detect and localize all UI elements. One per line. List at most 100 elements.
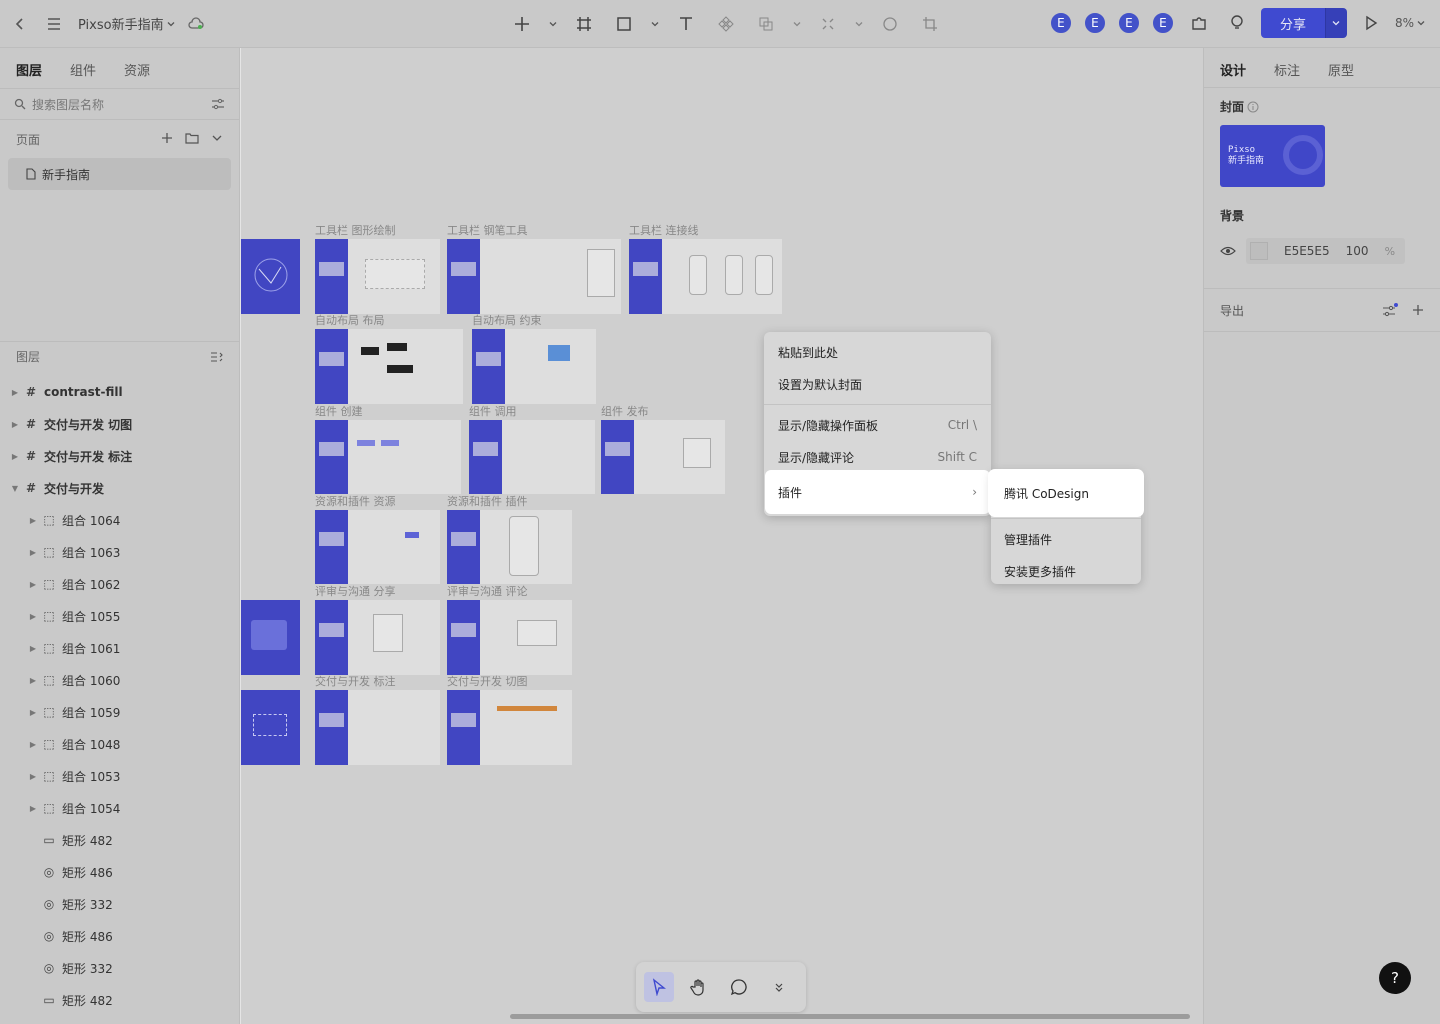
page-item[interactable]: 新手指南 (8, 158, 231, 190)
chevron-double-down-icon[interactable] (764, 972, 794, 1002)
frame[interactable] (601, 420, 725, 494)
info-icon[interactable] (1247, 101, 1259, 113)
layer-row[interactable]: ◎ 矩形 332 (0, 952, 240, 984)
collaborator-avatar[interactable]: E (1082, 11, 1107, 35)
export-settings-icon[interactable] (1382, 303, 1398, 317)
background-color-field[interactable]: E5E5E5 100 % (1246, 238, 1406, 264)
tab-assets[interactable]: 资源 (124, 60, 150, 79)
layer-row[interactable]: ▼ # 交付与开发 (0, 472, 240, 504)
play-icon[interactable] (1357, 9, 1385, 37)
submenu-item-manage-plugins[interactable]: 管理插件 (991, 523, 1141, 555)
caret-right-icon[interactable]: ▶ (26, 804, 40, 813)
frame[interactable] (629, 239, 782, 314)
frame[interactable] (315, 600, 440, 675)
tab-components[interactable]: 组件 (70, 60, 96, 79)
filter-icon[interactable] (211, 98, 225, 110)
boolean-icon[interactable] (752, 10, 780, 38)
search-input[interactable]: 搜索图层名称 (32, 96, 205, 113)
layer-row[interactable]: ▶ ⬚ 组合 1061 (0, 632, 240, 664)
layer-row[interactable]: ▶ ⬚ 组合 1055 (0, 600, 240, 632)
frame-thumbnail[interactable] (241, 690, 300, 765)
layer-row[interactable]: ▶ # 交付与开发 切图 (0, 408, 240, 440)
folder-icon[interactable] (185, 132, 199, 147)
caret-right-icon[interactable]: ▶ (26, 580, 40, 589)
eye-icon[interactable] (1220, 245, 1236, 257)
collaborator-avatar[interactable]: E (1048, 11, 1073, 35)
caret-right-icon[interactable]: ▶ (26, 612, 40, 621)
tab-design[interactable]: 设计 (1220, 60, 1246, 79)
menu-item-toggle-panel[interactable]: 显示/隐藏操作面板 Ctrl \ (764, 409, 991, 441)
tab-prototype[interactable]: 原型 (1328, 60, 1354, 79)
text-tool-icon[interactable] (672, 10, 700, 38)
frame-icon[interactable] (570, 10, 598, 38)
caret-right-icon[interactable]: ▶ (8, 388, 22, 397)
add-page-icon[interactable] (161, 132, 173, 147)
caret-right-icon[interactable]: ▶ (8, 420, 22, 429)
caret-right-icon[interactable]: ▶ (26, 516, 40, 525)
menu-item-toggle-comments[interactable]: 显示/隐藏评论 Shift C (764, 441, 991, 473)
layer-row[interactable]: ▭ 矩形 482 (0, 984, 240, 1016)
back-icon[interactable] (6, 10, 34, 38)
caret-down-icon[interactable]: ▼ (8, 484, 22, 493)
menu-icon[interactable] (40, 10, 68, 38)
layer-search[interactable]: 搜索图层名称 (0, 88, 239, 120)
frame[interactable] (315, 690, 440, 765)
menu-item-set-cover[interactable]: 设置为默认封面 (764, 368, 991, 400)
tab-annotate[interactable]: 标注 (1274, 60, 1300, 79)
frame[interactable] (447, 239, 621, 314)
layer-row[interactable]: ▶ ⬚ 组合 1062 (0, 568, 240, 600)
layer-row[interactable]: ▶ # 交付与开发 标注 (0, 440, 240, 472)
caret-right-icon[interactable]: ▶ (26, 740, 40, 749)
frame[interactable] (469, 420, 595, 494)
crop-icon[interactable] (916, 10, 944, 38)
bg-hex[interactable]: E5E5E5 (1284, 244, 1330, 258)
chevron-down-icon[interactable] (548, 10, 558, 38)
chevron-down-icon[interactable] (792, 10, 802, 38)
caret-right-icon[interactable]: ▶ (26, 708, 40, 717)
tab-layers[interactable]: 图层 (16, 60, 42, 79)
caret-right-icon[interactable]: ▶ (26, 772, 40, 781)
color-swatch[interactable] (1250, 242, 1268, 260)
add-icon[interactable] (508, 10, 536, 38)
zoom-control[interactable]: 8% (1395, 16, 1426, 30)
frame[interactable] (315, 420, 461, 494)
comment-tool-icon[interactable] (724, 972, 754, 1002)
layer-row[interactable]: ◎ 矩形 486 (0, 856, 240, 888)
frame[interactable] (447, 600, 572, 675)
layer-row[interactable]: ▶ ⬚ 组合 1059 (0, 696, 240, 728)
layer-row[interactable]: ▶ ⬚ 组合 1060 (0, 664, 240, 696)
layer-row[interactable]: ▶ ⬚ 组合 1064 (0, 504, 240, 536)
component-icon[interactable] (712, 10, 740, 38)
share-button[interactable]: 分享 (1260, 8, 1325, 38)
collaborator-avatar[interactable]: E (1116, 11, 1141, 35)
layer-row[interactable]: ▭ 矩形 482 (0, 824, 240, 856)
frame-thumbnail[interactable] (241, 239, 300, 314)
frame[interactable] (472, 329, 596, 404)
chevron-down-icon[interactable] (211, 132, 223, 147)
frame[interactable] (315, 329, 463, 404)
menu-item-paste-here[interactable]: 粘贴到此处 (764, 336, 991, 368)
cloud-sync-icon[interactable] (182, 10, 210, 38)
submenu-item-codesign[interactable]: 腾讯 CoDesign (991, 472, 1141, 514)
menu-item-plugins[interactable]: 插件 › (768, 473, 987, 511)
frame[interactable] (315, 510, 440, 584)
collapse-all-icon[interactable] (210, 351, 224, 363)
cover-thumbnail[interactable]: Pixso 新手指南 (1220, 125, 1325, 187)
help-button[interactable]: ? (1379, 962, 1411, 994)
layer-row[interactable]: ▶ ⬚ 组合 1048 (0, 728, 240, 760)
share-dropdown-button[interactable] (1324, 8, 1347, 38)
layer-row[interactable]: ◎ 矩形 486 (0, 920, 240, 952)
file-title[interactable]: Pixso新手指南 (78, 14, 176, 33)
collaborator-avatar[interactable]: E (1150, 11, 1175, 35)
chevron-down-icon[interactable] (650, 10, 660, 38)
caret-right-icon[interactable]: ▶ (26, 676, 40, 685)
add-export-icon[interactable] (1412, 304, 1424, 316)
layer-row[interactable]: ▶ ⬚ 组合 1054 (0, 792, 240, 824)
rectangle-icon[interactable] (610, 10, 638, 38)
caret-right-icon[interactable]: ▶ (26, 548, 40, 557)
mask-icon[interactable] (876, 10, 904, 38)
layer-row[interactable]: ▶ # contrast-fill (0, 376, 240, 408)
plugin-icon[interactable] (1185, 9, 1213, 37)
layer-row[interactable]: ◎ 矩形 332 (0, 888, 240, 920)
bg-opacity[interactable]: 100 (1346, 244, 1369, 258)
